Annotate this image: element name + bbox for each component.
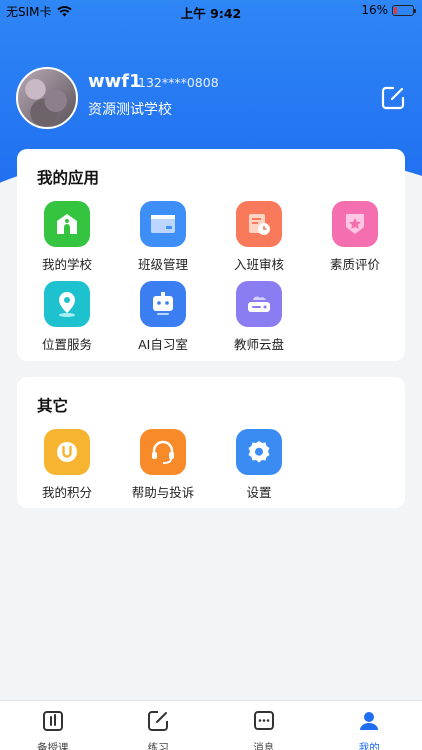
class-board-icon xyxy=(140,201,186,247)
headset-icon xyxy=(140,429,186,475)
location-pin-icon xyxy=(44,281,90,327)
app-label: 帮助与投诉 xyxy=(131,485,195,500)
school-name: 资源测试学校 xyxy=(88,102,172,118)
app-label: 我的学校 xyxy=(41,257,92,272)
tab-label: 我的 xyxy=(358,742,380,750)
app-ai-study-room[interactable]: AI自习室 xyxy=(115,281,211,353)
my-apps-title: 我的应用 xyxy=(37,169,100,187)
tab-mine[interactable]: 我的 xyxy=(317,701,422,750)
tab-label: 练习 xyxy=(147,742,169,750)
edit-icon[interactable] xyxy=(380,85,406,111)
message-icon xyxy=(253,711,274,730)
bottom-nav: 备授课 练习 消息 我的 xyxy=(0,700,422,750)
battery-fill xyxy=(394,6,397,14)
battery-percent: 16% xyxy=(361,3,388,17)
tab-messages[interactable]: 消息 xyxy=(211,701,317,750)
app-label: 我的积分 xyxy=(41,485,92,500)
tab-lesson-prep[interactable]: 备授课 xyxy=(0,701,106,750)
app-label: 位置服务 xyxy=(41,337,92,352)
app-label: 素质评价 xyxy=(329,257,380,272)
tab-practice[interactable]: 练习 xyxy=(106,701,212,750)
phone-number: 132****0808 xyxy=(138,75,219,90)
my-apps-card: 我的应用 我的学校 班级管理 入班审核 素质评价 位置服务 AI自习室 教师云盘 xyxy=(17,149,405,361)
app-teacher-cloud-drive[interactable]: 教师云盘 xyxy=(211,281,307,353)
profile-icon xyxy=(360,712,379,730)
app-label: AI自习室 xyxy=(138,337,188,352)
lesson-icon xyxy=(42,711,63,731)
points-icon xyxy=(44,429,90,475)
review-clock-icon xyxy=(236,201,282,247)
school-icon xyxy=(44,201,90,247)
gear-icon xyxy=(236,429,282,475)
other-title: 其它 xyxy=(37,397,69,415)
robot-icon xyxy=(140,281,186,327)
app-label: 设置 xyxy=(246,485,272,500)
app-label: 教师云盘 xyxy=(233,337,284,352)
app-class-review[interactable]: 入班审核 xyxy=(211,201,307,273)
practice-icon xyxy=(148,711,169,731)
app-my-points[interactable]: 我的积分 xyxy=(19,429,115,501)
avatar[interactable] xyxy=(16,67,78,129)
cloud-drive-icon xyxy=(236,281,282,327)
app-label: 班级管理 xyxy=(137,257,188,272)
username: wwf1 xyxy=(88,71,142,92)
app-label: 入班审核 xyxy=(233,257,284,272)
status-right: 16% xyxy=(361,3,416,17)
status-bar: 无SIM卡 上午 9:42 16% xyxy=(0,0,422,22)
app-location-service[interactable]: 位置服务 xyxy=(19,281,115,353)
battery-icon xyxy=(392,4,416,16)
app-my-school[interactable]: 我的学校 xyxy=(19,201,115,273)
app-help-complaint[interactable]: 帮助与投诉 xyxy=(115,429,211,501)
app-class-management[interactable]: 班级管理 xyxy=(115,201,211,273)
badge-star-icon xyxy=(332,201,378,247)
tab-label: 备授课 xyxy=(37,742,69,750)
status-time: 上午 9:42 xyxy=(180,6,242,21)
app-settings[interactable]: 设置 xyxy=(211,429,307,501)
other-card: 其它 我的积分 帮助与投诉 设置 xyxy=(17,377,405,508)
app-quality-evaluation[interactable]: 素质评价 xyxy=(307,201,403,273)
tab-label: 消息 xyxy=(253,742,275,750)
